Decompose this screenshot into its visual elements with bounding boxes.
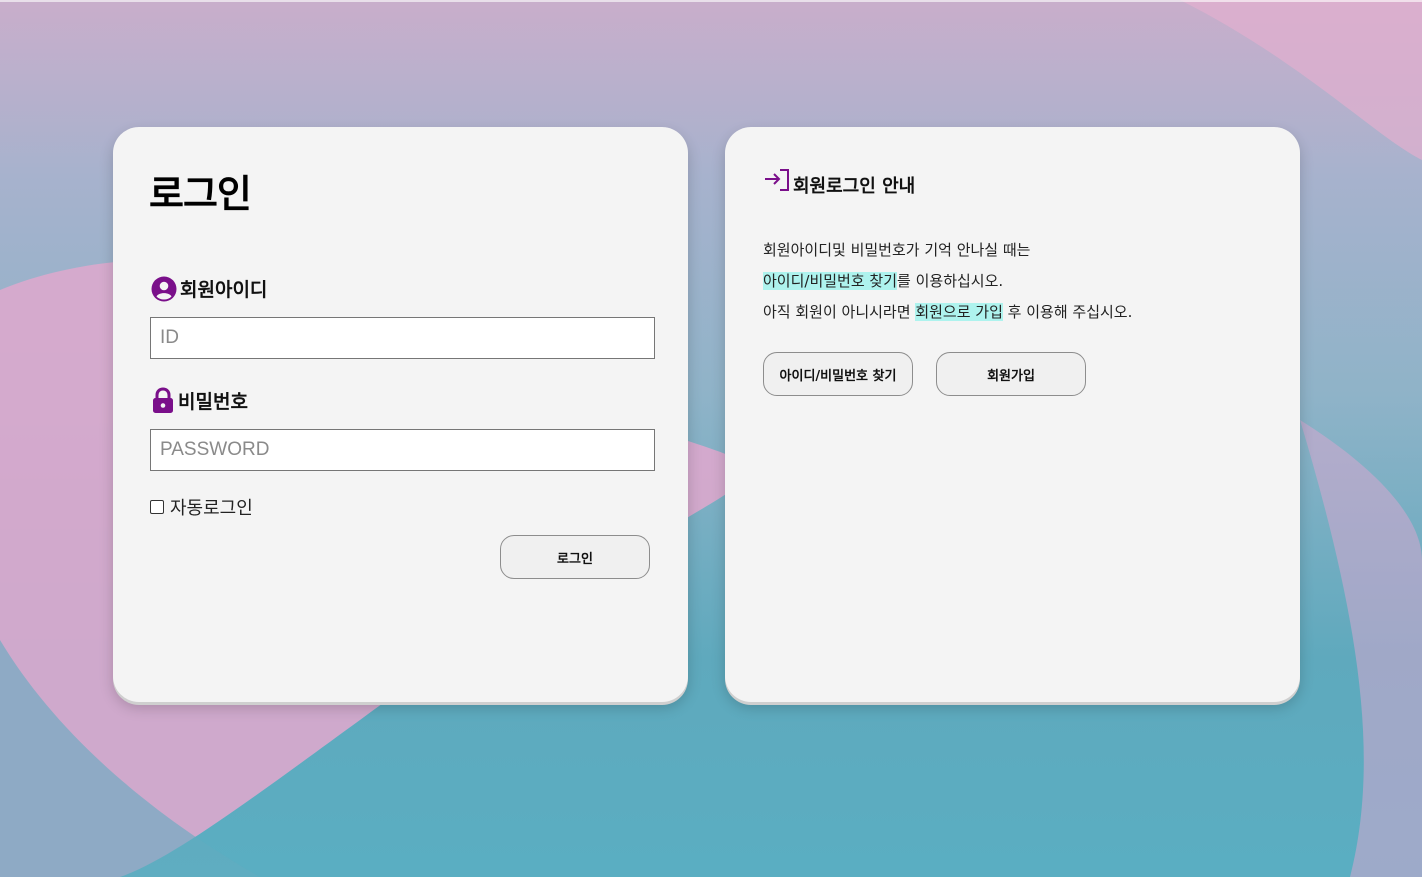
info-heading: 회원로그인 안내 xyxy=(763,169,915,198)
join-button[interactable]: 회원가입 xyxy=(936,352,1086,396)
id-label: 회원아이디 xyxy=(151,275,267,302)
join-link[interactable]: 회원으로 가입 xyxy=(915,303,1003,321)
login-button[interactable]: 로그인 xyxy=(500,535,650,579)
info-line-3: 아직 회원이 아니시라면 회원으로 가입 후 이용해 주십시오. xyxy=(763,297,1132,328)
info-line-3-rest: 후 이용해 주십시오. xyxy=(1002,303,1133,321)
top-edge xyxy=(0,0,1422,2)
info-line-2: 아이디/비밀번호 찾기를 이용하십시오. xyxy=(763,266,1132,297)
info-line-3-pre: 아직 회원이 아니시라면 xyxy=(763,303,916,321)
password-input[interactable] xyxy=(150,429,655,471)
find-account-button[interactable]: 아이디/비밀번호 찾기 xyxy=(763,352,913,396)
id-label-text: 회원아이디 xyxy=(180,279,268,301)
user-circle-icon xyxy=(151,276,177,302)
info-card: 회원로그인 안내 회원아이디및 비밀번호가 기억 안나실 때는 아이디/비밀번호… xyxy=(725,127,1300,702)
auto-login-label: 자동로그인 xyxy=(170,498,253,519)
login-card: 로그인 회원아이디 비밀번호 자동로그인 로그인 xyxy=(113,127,688,702)
password-label: 비밀번호 xyxy=(151,387,248,414)
info-title: 회원로그인 안내 xyxy=(793,176,916,197)
info-text: 회원아이디및 비밀번호가 기억 안나실 때는 아이디/비밀번호 찾기를 이용하십… xyxy=(763,235,1132,328)
id-input[interactable] xyxy=(150,317,655,359)
auto-login-checkbox[interactable] xyxy=(150,500,164,514)
lock-icon xyxy=(151,387,175,414)
login-title: 로그인 xyxy=(149,172,252,216)
login-arrow-icon xyxy=(763,169,791,198)
info-line-1: 회원아이디및 비밀번호가 기억 안나실 때는 xyxy=(763,241,1031,259)
find-account-link[interactable]: 아이디/비밀번호 찾기 xyxy=(763,272,898,290)
password-label-text: 비밀번호 xyxy=(178,391,248,413)
info-line-2-rest: 를 이용하십시오. xyxy=(897,272,1004,290)
auto-login[interactable]: 자동로그인 xyxy=(150,494,253,520)
